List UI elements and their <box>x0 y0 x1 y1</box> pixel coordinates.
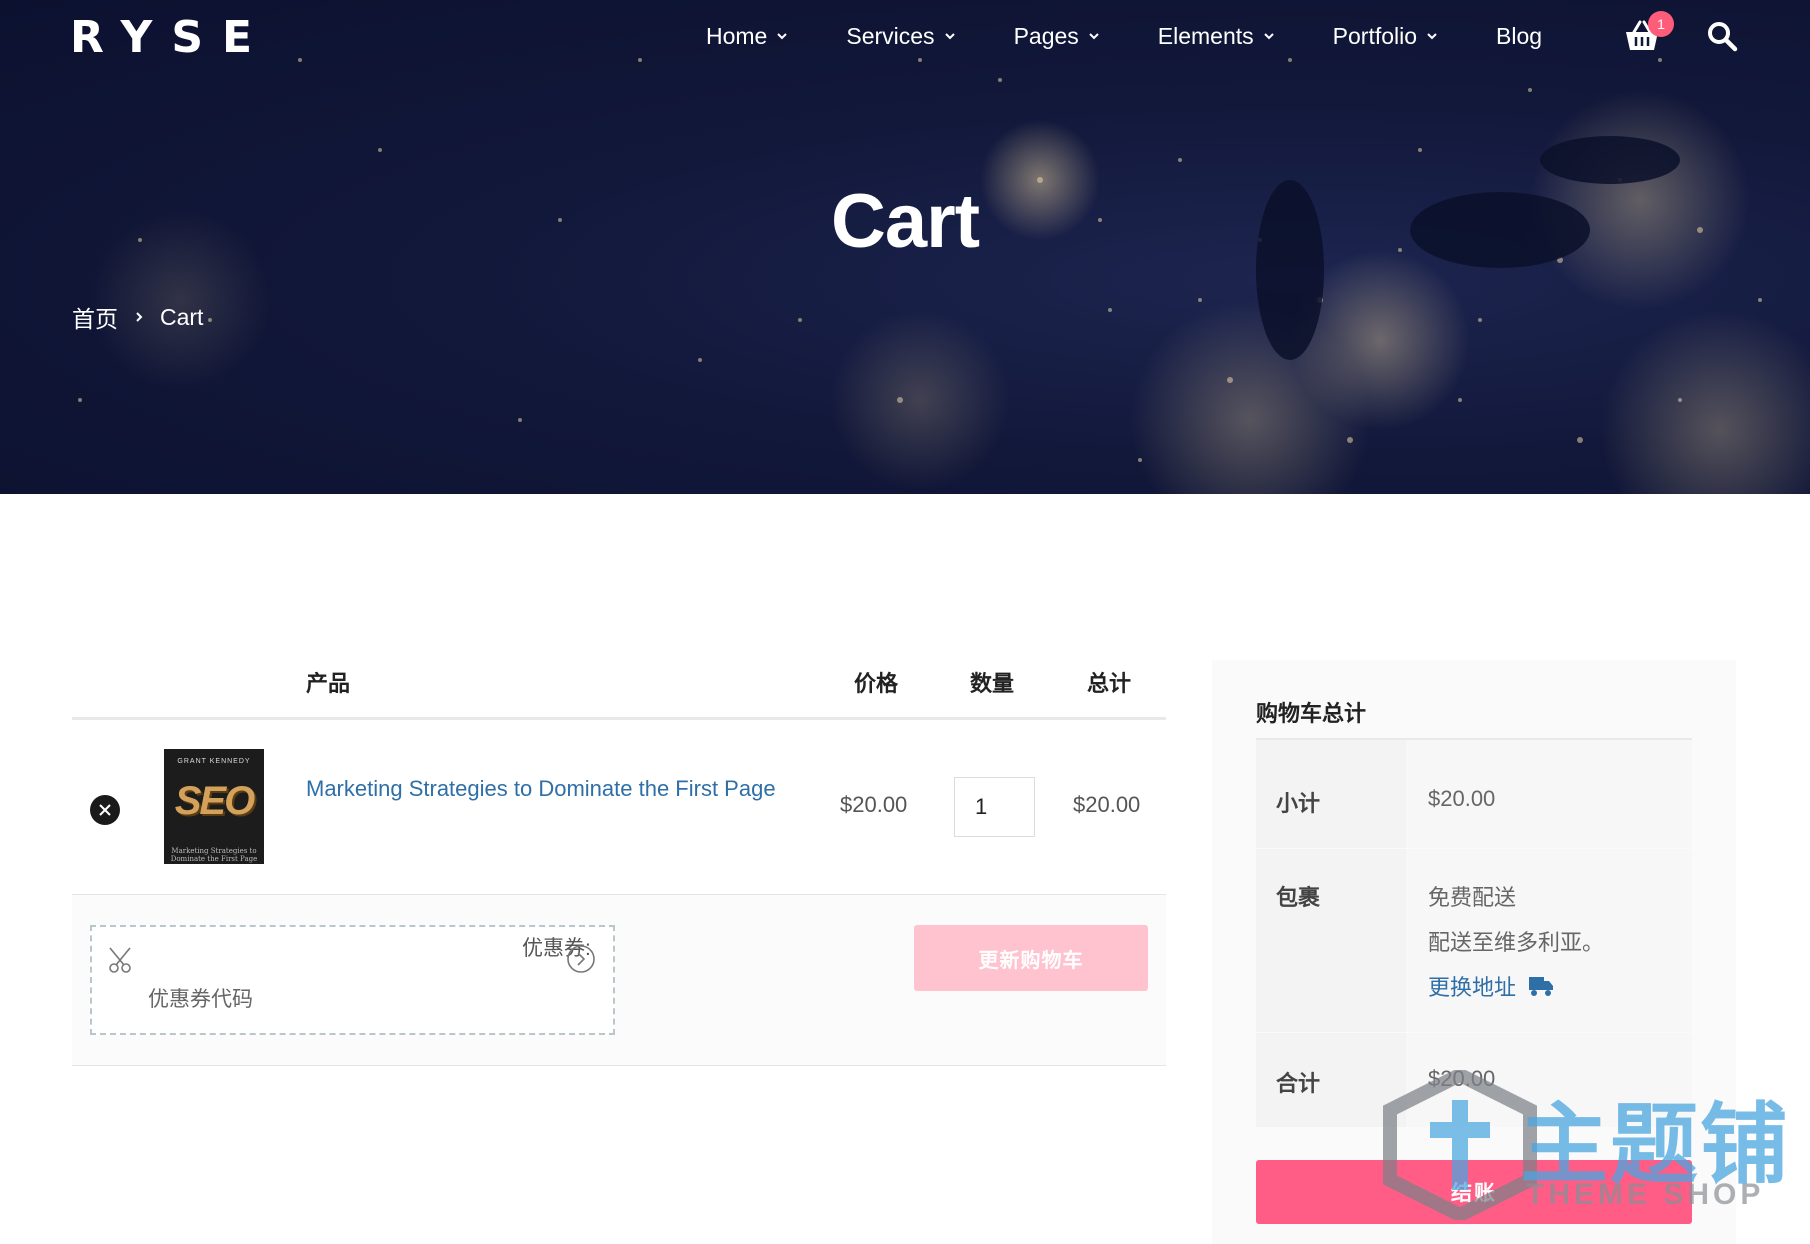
item-price: $20.00 <box>840 792 908 817</box>
cover-author: GRANT KENNEDY <box>177 758 251 765</box>
quantity-input[interactable] <box>954 777 1035 837</box>
table-header-divider <box>72 717 1166 720</box>
row-divider <box>72 1065 1166 1066</box>
scissors-icon <box>109 947 131 973</box>
truck-icon <box>1529 977 1554 996</box>
cart-totals-title: 购物车总计 <box>1256 701 1367 726</box>
cover-subtitle: Marketing Strategies to Dominate the Fir… <box>170 847 258 863</box>
breadcrumb-home-link[interactable]: 首页 <box>72 300 118 334</box>
change-address-label: 更换地址 <box>1428 975 1517 1000</box>
cart-count-badge: 1 <box>1648 11 1674 37</box>
chevron-down-icon <box>1263 33 1274 40</box>
coupon-code-input[interactable] <box>148 983 588 1017</box>
column-header-price: 价格 <box>854 671 899 696</box>
order-total-label: 合计 <box>1276 1071 1321 1096</box>
nav-item-services[interactable]: Services <box>846 23 955 50</box>
breadcrumb: 首页 Cart <box>72 300 203 334</box>
nav-item-label: Services <box>846 22 935 49</box>
search-icon[interactable] <box>1706 20 1738 52</box>
column-header-quantity: 数量 <box>970 671 1015 696</box>
chevron-right-icon <box>136 312 143 322</box>
chevron-down-icon <box>777 33 788 40</box>
site-logo[interactable]: RYSE <box>70 12 271 63</box>
shipping-label: 包裹 <box>1276 885 1321 910</box>
subtotal-label: 小计 <box>1276 791 1321 816</box>
chevron-down-icon <box>1427 33 1437 40</box>
shipping-destination: 配送至维多利亚。 <box>1428 930 1605 955</box>
main-nav: Home Services Pages Elements Portfolio B… <box>706 18 1542 54</box>
nav-item-pages[interactable]: Pages <box>1014 23 1100 50</box>
chevron-down-icon <box>944 33 955 40</box>
subtotal-value: $20.00 <box>1428 786 1496 811</box>
item-line-total: $20.00 <box>1073 792 1141 817</box>
breadcrumb-current: Cart <box>160 303 204 330</box>
nav-item-label: Home <box>706 22 768 49</box>
chevron-down-icon <box>1089 33 1099 40</box>
arrow-right-circle-icon[interactable] <box>566 944 596 974</box>
nav-item-label: Portfolio <box>1332 22 1418 49</box>
page-title: Cart <box>830 179 980 264</box>
nav-item-label: Pages <box>1013 22 1079 49</box>
nav-item-label: Blog <box>1496 22 1543 49</box>
shipping-method: 免费配送 <box>1428 885 1517 910</box>
watermark-en: THEME SHOP <box>1526 1178 1765 1211</box>
cover-title: SEO <box>174 779 255 823</box>
nav-item-portfolio[interactable]: Portfolio <box>1333 23 1438 50</box>
nav-item-label: Elements <box>1157 22 1254 49</box>
nav-item-blog[interactable]: Blog <box>1496 23 1542 50</box>
product-thumbnail[interactable]: GRANT KENNEDY SEO Marketing Strategies t… <box>164 749 264 864</box>
product-name-link[interactable]: Marketing Strategies to Dominate the Fir… <box>306 772 776 806</box>
nav-item-home[interactable]: Home <box>706 23 788 50</box>
column-header-total: 总计 <box>1087 671 1132 696</box>
close-icon <box>99 804 111 816</box>
column-header-product: 产品 <box>306 671 351 696</box>
change-address-link[interactable]: 更换地址 <box>1428 970 1554 1002</box>
update-cart-button[interactable]: 更新购物车 <box>914 925 1148 991</box>
nav-item-elements[interactable]: Elements <box>1158 23 1275 50</box>
remove-item-button[interactable] <box>90 795 120 825</box>
